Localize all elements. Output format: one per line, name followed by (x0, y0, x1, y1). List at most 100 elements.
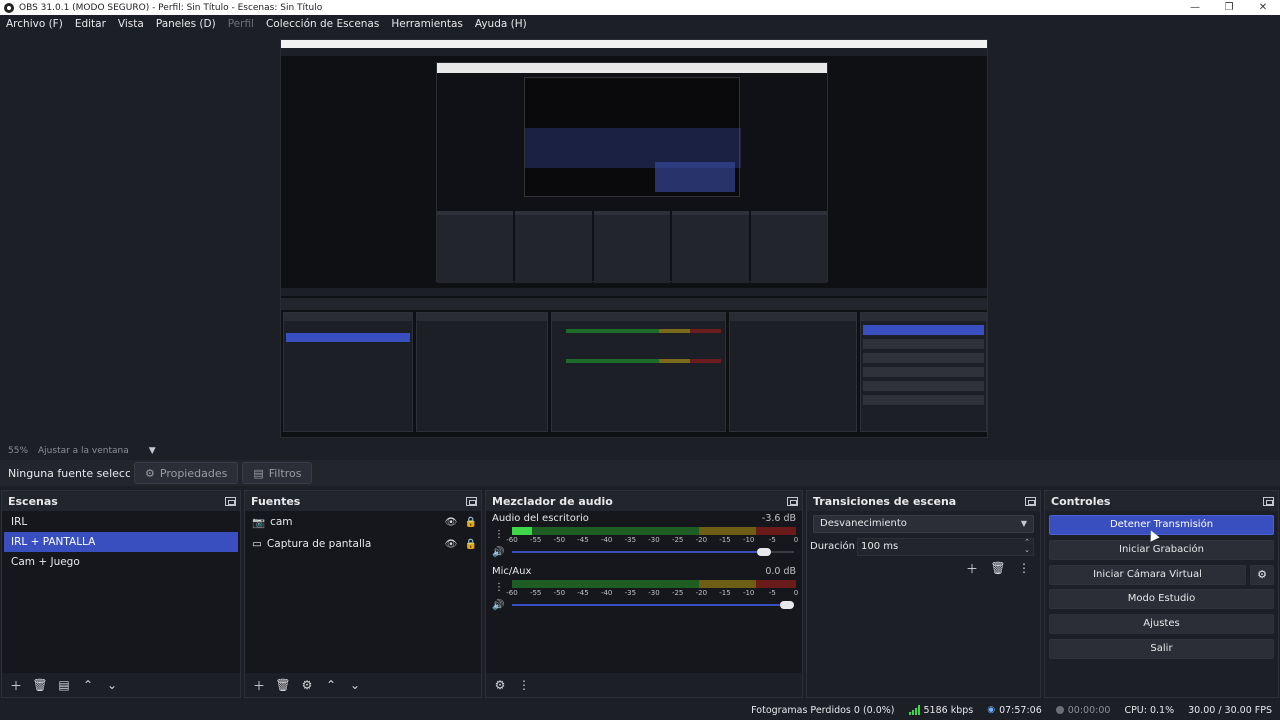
source-item[interactable]: 📷 cam 👁 🔒 (245, 511, 481, 533)
add-transition-icon[interactable]: ＋ (962, 559, 982, 577)
scenes-title: Escenas (8, 494, 58, 508)
properties-button[interactable]: ⚙ Propiedades (134, 462, 239, 484)
preview-area (0, 33, 1280, 443)
meter-tick-label: -60 (506, 589, 518, 597)
add-source-icon[interactable]: ＋ (249, 676, 269, 694)
menu-paneles[interactable]: Paneles (D) (150, 18, 222, 30)
menu-coleccion-escenas[interactable]: Colección de Escenas (260, 18, 385, 30)
restore-icon[interactable]: ❐ (1212, 0, 1246, 15)
meter-ticks: -60 -55 -50 -45 -40 -35 -30 -25 -20 -15 -10 -5 0 (506, 536, 798, 544)
undock-icon[interactable] (225, 496, 236, 506)
chevron-down-icon[interactable]: ▼ (149, 446, 156, 456)
no-source-label: Ninguna fuente seleccionada (8, 466, 130, 480)
exit-button[interactable]: Salir (1049, 639, 1274, 659)
source-label: cam (270, 516, 293, 528)
menu-herramientas[interactable]: Herramientas (385, 18, 469, 30)
filters-button[interactable]: ▤ Filtros (242, 462, 313, 484)
zoom-fit-label[interactable]: Ajustar a la ventana (38, 446, 129, 456)
filter-icon: ▤ (253, 466, 264, 480)
zoom-percent[interactable]: 55% (8, 446, 28, 456)
eye-icon[interactable]: 👁 (441, 539, 461, 550)
slider-handle[interactable] (780, 601, 794, 609)
menu-ayuda[interactable]: Ayuda (H) (469, 18, 533, 30)
undock-icon[interactable] (1263, 496, 1274, 506)
nested-scenes-dock (283, 312, 413, 432)
sources-title: Fuentes (251, 494, 301, 508)
channel-db: -3.6 dB (761, 513, 796, 524)
duration-field[interactable]: 100 ms ⌃ ⌄ (857, 538, 1034, 556)
gear-icon[interactable]: ⚙ (297, 676, 317, 694)
volume-slider[interactable] (512, 601, 794, 609)
chevron-up-icon[interactable]: ⌃ (78, 676, 98, 694)
start-recording-button[interactable]: Iniciar Grabación (1049, 540, 1274, 560)
scene-item[interactable]: IRL (4, 512, 238, 532)
chevron-down-icon[interactable]: ⌄ (345, 676, 365, 694)
source-label: Captura de pantalla (266, 538, 372, 550)
trash-icon[interactable]: 🗑 (30, 676, 50, 694)
meter-tick-label: -45 (577, 536, 589, 544)
scene-item[interactable]: Cam + Juego (4, 552, 238, 572)
eye-icon[interactable]: 👁 (441, 517, 461, 528)
settings-button[interactable]: Ajustes (1049, 614, 1274, 634)
lock-icon[interactable]: 🔒 (461, 517, 481, 528)
menu-vista[interactable]: Vista (112, 18, 150, 30)
filters-label: Filtros (268, 466, 302, 480)
broadcast-icon: ◉ (987, 705, 996, 715)
meter-tick-label: -35 (624, 589, 637, 597)
nested-obs-menubar (281, 48, 987, 56)
lock-icon[interactable]: 🔒 (461, 539, 481, 550)
slider-handle[interactable] (757, 548, 772, 556)
rec-time: 00:00:00 (1055, 705, 1110, 716)
speaker-icon[interactable]: 🔊 (492, 547, 504, 558)
kebab-menu-icon[interactable]: ⋮ (494, 529, 504, 540)
minimize-icon[interactable]: — (1178, 0, 1212, 15)
preview-canvas[interactable] (280, 39, 988, 438)
menu-editar[interactable]: Editar (69, 18, 112, 30)
start-virtual-camera-button[interactable]: Iniciar Cámara Virtual (1049, 565, 1246, 585)
volume-slider[interactable] (512, 548, 794, 556)
filter-icon[interactable]: ▤ (54, 676, 74, 694)
meter-tick-label: -5 (768, 536, 776, 544)
kebab-menu-icon[interactable]: ⋮ (1014, 559, 1034, 577)
network-signal-icon (908, 705, 920, 715)
meter-segment (512, 527, 700, 535)
window-title: OBS 31.0.1 (MODO SEGURO) - Perfil: Sin T… (19, 2, 323, 13)
duration-value: 100 ms (861, 541, 899, 552)
scene-item[interactable]: IRL + PANTALLA (4, 532, 238, 552)
sources-dock-header: Fuentes (245, 491, 481, 511)
undock-icon[interactable] (1025, 496, 1036, 506)
mixer-toolbar: ⚙ ⋮ (486, 673, 802, 697)
mixer-dock-header: Mezclador de audio (486, 491, 802, 511)
chevron-down-icon[interactable]: ⌄ (102, 676, 122, 694)
trash-icon[interactable]: 🗑 (273, 676, 293, 694)
undock-icon[interactable] (787, 496, 798, 506)
meter-segment (512, 580, 700, 588)
menu-bar: Archivo (F) Editar Vista Paneles (D) Per… (0, 15, 1280, 33)
kebab-menu-icon[interactable]: ⋮ (514, 676, 534, 694)
transition-select[interactable]: Desvanecimiento ▼ (813, 515, 1034, 533)
controls-dock-header: Controles (1045, 491, 1278, 511)
source-item[interactable]: ▭ Captura de pantalla 👁 🔒 (245, 533, 481, 555)
menu-perfil[interactable]: Perfil (222, 18, 260, 30)
close-icon[interactable]: ✕ (1246, 0, 1280, 15)
studio-mode-button[interactable]: Modo Estudio (1049, 589, 1274, 609)
meter-tick-label: -15 (719, 589, 731, 597)
controls-dock: Controles Detener Transmisión Iniciar Gr… (1044, 490, 1279, 698)
kebab-menu-icon[interactable]: ⋮ (494, 582, 504, 593)
obs-logo-icon (4, 2, 14, 13)
stop-streaming-button[interactable]: Detener Transmisión (1049, 515, 1274, 535)
virtual-camera-settings-button[interactable]: ⚙ (1250, 565, 1274, 585)
properties-label: Propiedades (159, 466, 228, 480)
menu-archivo[interactable]: Archivo (F) (0, 18, 69, 30)
controls-title: Controles (1051, 494, 1111, 508)
spin-arrows-icon[interactable]: ⌃ ⌄ (1024, 538, 1030, 554)
add-scene-icon[interactable]: ＋ (6, 676, 26, 694)
undock-icon[interactable] (466, 496, 477, 506)
gear-icon[interactable]: ⚙ (490, 676, 510, 694)
chevron-up-icon[interactable]: ⌃ (321, 676, 341, 694)
nested-inner-dock (515, 211, 592, 283)
meter-tick-label: -25 (671, 536, 684, 544)
transitions-dock: Transiciones de escena Desvanecimiento ▼… (806, 490, 1041, 698)
trash-icon[interactable]: 🗑 (988, 559, 1008, 577)
speaker-icon[interactable]: 🔊 (492, 600, 504, 611)
